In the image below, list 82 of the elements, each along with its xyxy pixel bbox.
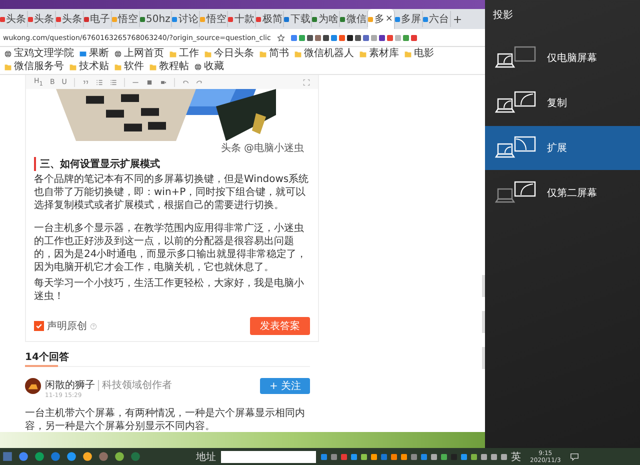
globe-icon: [4, 50, 12, 58]
projection-option[interactable]: 仅第二屏幕: [485, 171, 640, 215]
browser-tab[interactable]: 50hz: [140, 11, 172, 27]
image-icon[interactable]: [146, 78, 153, 86]
folder-icon: [4, 63, 12, 71]
video-icon[interactable]: [160, 78, 167, 86]
notification-icon[interactable]: [570, 452, 579, 461]
browser-tab[interactable]: 多×: [368, 9, 395, 29]
browser-tab[interactable]: 为啥: [312, 11, 340, 27]
new-tab-button[interactable]: +: [452, 12, 462, 26]
quote-icon[interactable]: [82, 78, 89, 86]
image-watermark: 头条 @电脑小迷虫: [220, 142, 304, 155]
app-icon[interactable]: [66, 451, 77, 462]
browser-tab[interactable]: 极简: [256, 11, 284, 27]
bookmark[interactable]: 教程帖: [149, 61, 189, 73]
avatar[interactable]: [25, 378, 41, 394]
app-icon[interactable]: [82, 451, 93, 462]
folder-icon: [259, 50, 267, 58]
folder-icon: [149, 63, 157, 71]
bookmark[interactable]: 技术贴: [69, 61, 109, 73]
bookmark[interactable]: 今日头条: [204, 48, 254, 60]
bookmark[interactable]: 工作: [169, 48, 199, 60]
fullscreen-icon[interactable]: [303, 78, 310, 86]
checkbox[interactable]: [34, 321, 44, 331]
numbered-list-icon[interactable]: [96, 78, 103, 86]
browser-tab[interactable]: 下载: [284, 11, 312, 27]
projection-option[interactable]: 仅电脑屏幕: [485, 36, 640, 80]
folder-icon: [404, 50, 412, 58]
browser-tab[interactable]: 头条: [28, 11, 56, 27]
app-icon[interactable]: [114, 451, 125, 462]
folder-icon: [69, 63, 77, 71]
bookmark[interactable]: 软件: [114, 61, 144, 73]
paragraph: 每天学习一个小技巧，生活工作更轻松，大家好，我是电脑小迷虫！: [34, 277, 305, 303]
address-label: 地址: [196, 450, 216, 464]
paragraph: 一台主机多个显示器，在教学范围内应用得非常广泛，小迷虫的工作也正好涉及到这一点，以前的分配器是很容易出问题的，因为是24小时通电，而显示多口输出就显得非常稳定了，因为电脑开机它才会工作，电脑关机，它也就休息了。: [34, 222, 308, 274]
star-icon[interactable]: [276, 34, 285, 42]
bookmark[interactable]: 电影: [404, 48, 434, 60]
browser-tab[interactable]: 讨论: [172, 11, 200, 27]
paragraph: 各个品牌的笔记本有不同的多屏幕切换键，但是Windows系统也自带了万能切换键，即：win+P，同时按下组合键，就可以选择复制模式或者扩展模式，根据自己的需要进行切换。: [34, 173, 310, 212]
folder-icon: [169, 50, 177, 58]
folder-icon: [114, 63, 122, 71]
browser-tab[interactable]: 六台: [422, 11, 451, 27]
app-icon[interactable]: [98, 451, 109, 462]
projection-option[interactable]: 扩展: [485, 126, 640, 170]
bookmark[interactable]: 宝鸡文理学院: [4, 48, 74, 60]
input-method-indicator[interactable]: 英: [511, 450, 521, 464]
app-icon[interactable]: [18, 451, 29, 462]
bullet-list-icon[interactable]: [110, 78, 117, 86]
browser-tab[interactable]: 悟空: [200, 11, 228, 27]
browser-tab[interactable]: 头条: [56, 11, 84, 27]
author-title: 科技领域创作者: [98, 380, 172, 391]
app-icon[interactable]: [50, 451, 61, 462]
bookmark[interactable]: 收藏: [194, 61, 224, 73]
app-icon: [79, 50, 87, 58]
browser-tab[interactable]: 多屏: [394, 11, 423, 27]
undo-icon[interactable]: [182, 78, 189, 86]
browser-tab[interactable]: 悟空: [112, 11, 140, 27]
section-heading: 三、如何设置显示扩展模式: [34, 157, 310, 171]
bookmark[interactable]: 微信机器人: [294, 48, 354, 60]
bookmark[interactable]: 简书: [259, 48, 289, 60]
address-field[interactable]: [221, 450, 316, 462]
folder-icon: [204, 50, 212, 58]
bookmark[interactable]: 果断: [79, 48, 109, 60]
browser-tab[interactable]: 头条: [0, 11, 28, 27]
author-name[interactable]: 闲散的狮子: [45, 380, 95, 391]
close-tab-button[interactable]: ×: [385, 14, 393, 24]
globe-icon: [194, 63, 202, 71]
answers-heading: 14个回答: [25, 350, 310, 367]
app-icon[interactable]: [34, 451, 45, 462]
browser-tab[interactable]: 十款: [228, 11, 256, 27]
panel-title: 投影: [492, 8, 514, 23]
answer-text: 一台主机带六个屏幕，有两种情况，一种是六个屏幕显示相同内容，另一种是六个屏幕分别显示不同内容。: [25, 407, 306, 432]
bookmark[interactable]: 上网首页: [114, 48, 164, 60]
redo-icon[interactable]: [196, 78, 203, 86]
bookmark[interactable]: 微信服务号: [4, 61, 64, 73]
globe-icon: [114, 50, 122, 58]
checkbox-label[interactable]: 声明原创: [47, 319, 87, 333]
bookmark[interactable]: 素材库: [359, 48, 399, 60]
projection-option[interactable]: 复制: [485, 81, 640, 125]
folder-icon: [359, 50, 367, 58]
folder-icon: [294, 50, 302, 58]
browser-tab[interactable]: 电子: [84, 11, 112, 27]
